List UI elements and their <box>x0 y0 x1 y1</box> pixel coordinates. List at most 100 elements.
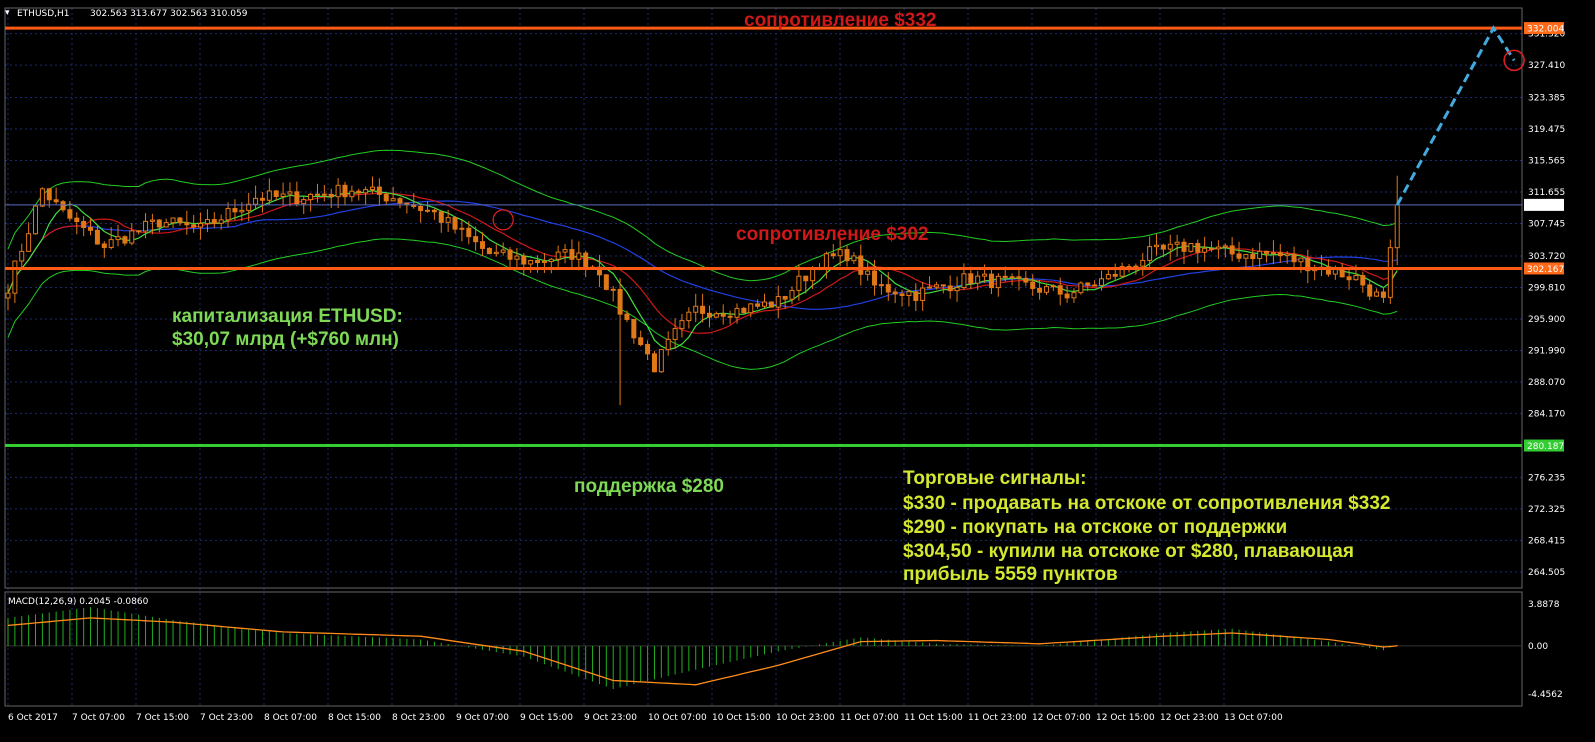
candle-body <box>39 188 45 207</box>
candle-body <box>755 303 761 307</box>
candle-body <box>988 273 994 289</box>
time-label: 7 Oct 23:00 <box>200 713 253 723</box>
candle-body <box>927 286 933 289</box>
time-label: 10 Oct 15:00 <box>712 713 771 723</box>
candle-body <box>954 287 960 292</box>
candle-body <box>1037 287 1043 293</box>
candle-body <box>1167 243 1173 250</box>
price-tick-label: 268.415 <box>1528 536 1565 546</box>
candle-body <box>727 315 733 318</box>
candle-body <box>1085 282 1091 286</box>
ohlc-label: 302.563 313.677 302.563 310.059 <box>90 9 248 19</box>
candle-body <box>486 247 492 255</box>
price-tag-label: 280.187 <box>1527 442 1564 452</box>
price-tick-label: 319.475 <box>1528 125 1565 135</box>
candle-body <box>170 217 176 224</box>
candle-body <box>1257 250 1263 260</box>
candle-body <box>906 291 912 297</box>
time-label: 13 Oct 07:00 <box>1224 713 1283 723</box>
candle-body <box>369 186 375 191</box>
candle-body <box>913 291 919 301</box>
candle-body <box>94 229 100 245</box>
candle-body <box>823 253 829 270</box>
price-tick-label: 307.745 <box>1528 220 1565 230</box>
candle-body <box>266 190 272 201</box>
candle-body <box>851 255 857 262</box>
candle-body <box>920 287 926 301</box>
candle-body <box>1181 241 1187 252</box>
candle-body <box>562 249 568 253</box>
candle-body <box>273 190 279 197</box>
cap-line-1: капитализация ETHUSD: <box>172 306 403 327</box>
price-tick-label: 311.655 <box>1528 188 1565 198</box>
candle-body <box>225 208 231 221</box>
symbol-label: ETHUSD,H1 <box>17 9 70 19</box>
support-280-label: поддержка $280 <box>574 476 724 497</box>
candle-body <box>672 328 678 340</box>
candle-body <box>33 205 39 235</box>
candle-body <box>500 249 506 253</box>
candle-body <box>665 338 671 351</box>
signals-title: Торговые сигналы: <box>903 468 1086 489</box>
candle-body <box>1092 284 1098 287</box>
header-arrow-icon[interactable]: ▾ <box>5 8 10 18</box>
price-tick-label: 272.325 <box>1528 505 1565 515</box>
time-label: 9 Oct 15:00 <box>520 713 573 723</box>
time-label: 8 Oct 07:00 <box>264 713 317 723</box>
candle-body <box>858 255 864 275</box>
signal-3: $304,50 - купили на отскоке от $280, пла… <box>903 541 1354 562</box>
candle-body <box>1112 273 1118 277</box>
candle-body <box>706 312 712 318</box>
candle-body <box>844 249 850 262</box>
candle-body <box>314 193 320 196</box>
chart-background <box>0 0 1595 742</box>
candle-body <box>459 227 465 230</box>
candle-body <box>60 201 66 211</box>
candle-body <box>748 303 754 314</box>
candle-body <box>356 190 362 194</box>
candle-body <box>308 193 314 201</box>
candle-body <box>156 219 162 228</box>
time-label: 8 Oct 15:00 <box>328 713 381 723</box>
macd-tick-label: 0.00 <box>1528 642 1548 652</box>
candle-body <box>555 251 561 260</box>
price-tick-label: 291.990 <box>1528 346 1565 356</box>
candle-body <box>1380 291 1386 298</box>
candle-body <box>143 220 149 232</box>
candle-body <box>397 198 403 204</box>
price-tick-label: 323.385 <box>1528 94 1565 104</box>
time-label: 12 Oct 23:00 <box>1160 713 1219 723</box>
candle-body <box>1209 247 1215 250</box>
candle-body <box>1140 259 1146 267</box>
candle-body <box>576 252 582 260</box>
time-label: 9 Oct 23:00 <box>584 713 637 723</box>
candle-body <box>583 252 589 269</box>
candle-body <box>418 205 424 211</box>
candle-body <box>1078 282 1084 294</box>
candle-body <box>184 222 190 226</box>
candle-body <box>885 284 891 293</box>
candle-body <box>507 249 513 260</box>
candle-body <box>136 230 142 233</box>
candle-body <box>782 295 788 300</box>
time-label: 8 Oct 23:00 <box>392 713 445 723</box>
candle-body <box>1394 204 1400 249</box>
candle-body <box>108 239 114 248</box>
price-tag-label: 310.059 <box>1527 201 1564 211</box>
candle-body <box>363 189 369 194</box>
candle-body <box>995 275 1001 289</box>
resistance-332-label: сопротивление $332 <box>744 10 936 31</box>
candle-body <box>321 193 327 196</box>
candle-body <box>796 275 802 291</box>
candle-body <box>569 249 575 260</box>
candle-body <box>1174 241 1180 245</box>
candle-body <box>1284 253 1290 257</box>
candle-body <box>1264 250 1270 254</box>
price-chart: 331.320327.410323.385319.475315.565311.6… <box>0 0 1595 742</box>
candle-body <box>177 217 183 224</box>
candle-body <box>211 219 217 224</box>
candle-body <box>115 236 121 241</box>
candle-body <box>53 199 59 203</box>
candle-body <box>899 293 905 297</box>
candle-body <box>1291 253 1297 263</box>
